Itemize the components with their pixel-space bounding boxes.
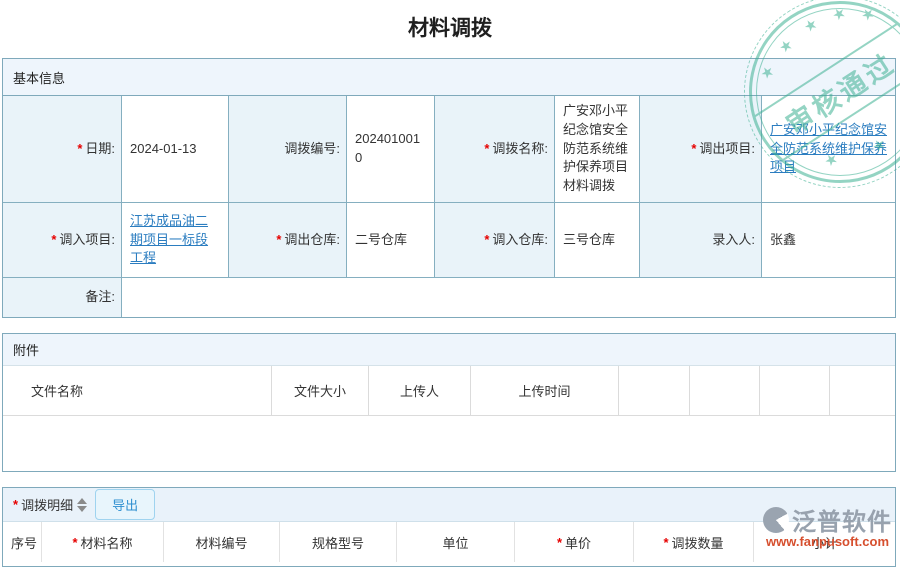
attachments-col-empty: [690, 366, 760, 416]
required-asterisk: *: [13, 497, 19, 512]
out-warehouse-label: 调出仓库:: [284, 231, 340, 247]
attachments-section-title: 附件: [3, 334, 895, 366]
in-warehouse-label-cell: * 调入仓库:: [435, 203, 555, 278]
required-asterisk: *: [276, 231, 282, 247]
in-project-cell: 江苏成品油二期项目一标段工程: [122, 203, 229, 278]
in-project-label: 调入项目:: [59, 231, 115, 247]
basic-info-section-title: 基本信息: [3, 59, 895, 96]
attachments-header-row: 文件名称 文件大小 上传人 上传时间: [3, 366, 895, 416]
detail-col-price: * 单价: [515, 522, 634, 562]
detail-col-unit: 单位: [397, 522, 515, 562]
transfer-detail-header: * 调拨明细 导出: [3, 488, 895, 522]
date-label-cell: * 日期:: [3, 96, 122, 203]
attachments-section: 附件 文件名称 文件大小 上传人 上传时间: [2, 333, 896, 472]
attachments-col-file-name: 文件名称: [3, 366, 272, 416]
remark-value: [122, 278, 895, 317]
out-project-cell: 广安邓小平纪念馆安全防范系统维护保养项目: [762, 96, 895, 203]
basic-info-section: 基本信息 * 日期: 2024-01-13 调拨编号: 2024010010 * 调…: [2, 58, 896, 318]
attachments-empty-body: [3, 416, 895, 471]
detail-col-material-name: * 材料名称: [42, 522, 164, 562]
out-project-link[interactable]: 广安邓小平纪念馆安全防范系统维护保养项目: [770, 121, 887, 178]
required-asterisk: *: [51, 231, 57, 247]
transfer-no-value: 2024010010: [347, 96, 435, 203]
vendor-site: www.fanpusoft.com: [765, 534, 890, 549]
transfer-name-label: 调拨名称:: [492, 140, 548, 156]
basic-info-table: * 日期: 2024-01-13 调拨编号: 2024010010 * 调拨名称: …: [3, 96, 895, 317]
detail-col-material-name-label: 材料名称: [80, 535, 133, 551]
vendor-logo: 泛普软件 www.fanpusoft.com: [763, 502, 892, 549]
fanpu-logo-icon: [763, 506, 789, 533]
attachments-col-empty: [619, 366, 690, 416]
in-warehouse-value: 三号仓库: [555, 203, 640, 278]
recorder-value: 张鑫: [762, 203, 895, 278]
out-warehouse-label-cell: * 调出仓库:: [229, 203, 347, 278]
attachments-col-upload-time: 上传时间: [471, 366, 619, 416]
sort-up-icon[interactable]: [77, 497, 88, 504]
recorder-label: 录入人:: [712, 231, 755, 247]
detail-col-spec: 规格型号: [280, 522, 397, 562]
detail-col-price-label: 单价: [565, 535, 592, 551]
vendor-logo-row: 泛普软件: [763, 502, 892, 537]
detail-col-seq: 序号: [3, 522, 42, 562]
attachments-col-empty: [830, 366, 895, 416]
in-project-label-cell: * 调入项目:: [3, 203, 122, 278]
transfer-detail-header-row: 序号 * 材料名称 材料编号 规格型号 单位 * 单价 * 调拨数量 小计: [3, 522, 895, 562]
transfer-detail-title: 调拨明细: [21, 498, 74, 513]
transfer-detail-section: * 调拨明细 导出 序号 * 材料名称 材料编号 规格型号 单位 * 单价 * 调拨数…: [2, 487, 896, 567]
required-asterisk: *: [691, 140, 697, 156]
export-button[interactable]: 导出: [95, 489, 156, 520]
remark-label-cell: 备注:: [3, 278, 122, 317]
detail-col-qty-label: 调拨数量: [671, 535, 724, 551]
out-warehouse-value: 二号仓库: [347, 203, 435, 278]
attachments-col-uploader: 上传人: [369, 366, 471, 416]
required-asterisk: *: [72, 534, 78, 550]
required-asterisk: *: [77, 140, 83, 156]
required-asterisk: *: [663, 534, 669, 550]
sort-down-icon[interactable]: [77, 505, 88, 512]
date-label: 日期:: [85, 140, 115, 156]
required-asterisk: *: [484, 231, 490, 247]
remark-label: 备注:: [85, 289, 115, 305]
vendor-name: 泛普软件: [792, 509, 892, 536]
sort-spinner-icon[interactable]: [77, 497, 88, 512]
page-title: 材料调拨: [408, 17, 492, 40]
in-project-link[interactable]: 江苏成品油二期项目一标段工程: [130, 212, 220, 269]
out-project-label: 调出项目:: [699, 140, 755, 156]
recorder-label-cell: 录入人:: [640, 203, 762, 278]
attachments-col-empty: [760, 366, 830, 416]
transfer-name-label-cell: * 调拨名称:: [435, 96, 555, 203]
date-value: 2024-01-13: [122, 96, 229, 203]
out-project-label-cell: * 调出项目:: [640, 96, 762, 203]
transfer-no-label-cell: 调拨编号:: [229, 96, 347, 203]
required-asterisk: *: [556, 534, 563, 550]
detail-col-qty: * 调拨数量: [634, 522, 754, 562]
transfer-no-label: 调拨编号:: [284, 140, 340, 156]
detail-col-material-no: 材料编号: [164, 522, 280, 562]
in-warehouse-label: 调入仓库:: [492, 231, 548, 247]
attachments-col-file-size: 文件大小: [272, 366, 369, 416]
required-asterisk: *: [484, 140, 490, 156]
transfer-name-value: 广安邓小平纪念馆安全防范系统维护保养项目材料调拨: [555, 96, 640, 203]
